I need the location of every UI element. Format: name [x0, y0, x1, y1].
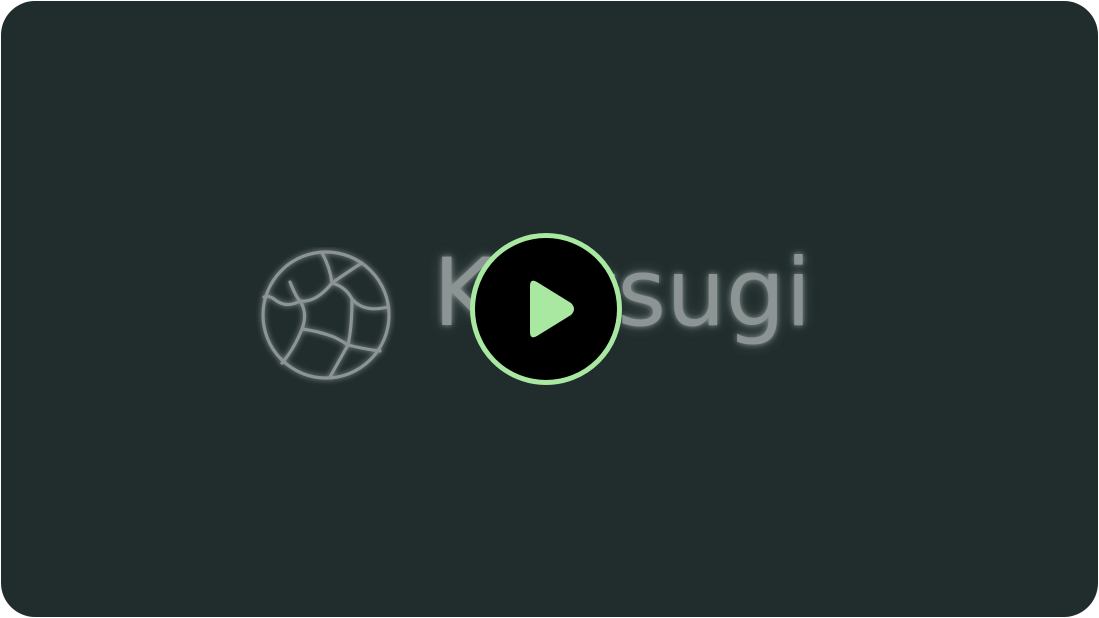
play-button[interactable] [470, 233, 622, 385]
video-player[interactable]: Kintsugi [1, 1, 1098, 617]
play-icon [530, 280, 574, 338]
cracked-globe-icon [261, 250, 391, 380]
